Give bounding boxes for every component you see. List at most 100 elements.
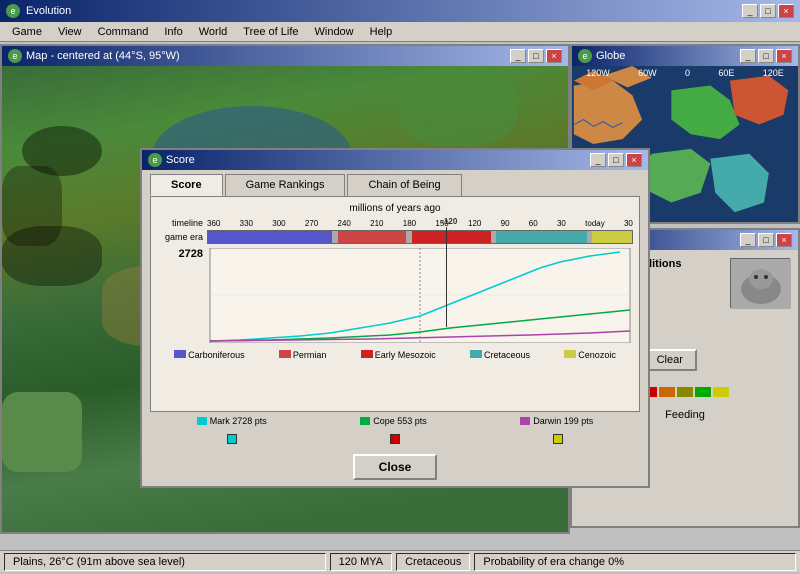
box-yellow-swatch bbox=[553, 434, 563, 444]
globe-close[interactable]: × bbox=[776, 49, 792, 63]
status-location-text: Plains, 26°C (91m above sea level) bbox=[13, 556, 185, 568]
timeline-label: timeline bbox=[157, 218, 207, 228]
score-legend: Mark 2728 pts Cope 553 pts Darwin 199 pt… bbox=[142, 412, 648, 430]
tl-30b: 30 bbox=[624, 219, 633, 228]
globe-label-0: 0 bbox=[685, 68, 690, 78]
map-title: Map - centered at (44°S, 95°W) bbox=[26, 50, 180, 62]
box-cyan bbox=[227, 434, 237, 444]
era-legend-cretaceous: Cretaceous bbox=[484, 350, 530, 360]
score-chart-svg bbox=[207, 248, 633, 343]
main-area: e Map - centered at (44°S, 95°W) _ □ × bbox=[0, 42, 800, 572]
title-bar-left: e Evolution bbox=[6, 4, 71, 18]
legend-mark-color bbox=[197, 417, 207, 425]
app-title: Evolution bbox=[26, 5, 71, 17]
box-red-swatch bbox=[390, 434, 400, 444]
globe-maximize[interactable]: □ bbox=[758, 49, 774, 63]
status-probability-text: Probability of era change 0% bbox=[483, 556, 624, 568]
menu-tree-of-life[interactable]: Tree of Life bbox=[235, 24, 306, 40]
score-window: e Score _ □ × Score Game Rankings Chain … bbox=[140, 148, 650, 488]
era-carboniferous bbox=[208, 231, 332, 243]
score-tabs: Score Game Rankings Chain of Being bbox=[142, 170, 648, 196]
command-minimize[interactable]: _ bbox=[740, 233, 756, 247]
era-cretaceous bbox=[496, 231, 586, 243]
tab-game-rankings[interactable]: Game Rankings bbox=[225, 174, 346, 196]
menu-world[interactable]: World bbox=[191, 24, 236, 40]
chart-subtitle: millions of years ago bbox=[157, 203, 633, 214]
status-mya-text: 120 MYA bbox=[339, 556, 383, 568]
legend-cope-label: Cope 553 pts bbox=[373, 416, 427, 426]
era-legend-early-mesozoic: Early Mesozoic bbox=[375, 350, 436, 360]
status-era: Cretaceous bbox=[396, 553, 470, 571]
clear-button[interactable]: Clear bbox=[643, 349, 697, 371]
score-icon: e bbox=[148, 153, 162, 167]
marker-line bbox=[446, 227, 447, 327]
era-legend-cenozoic: Cenozoic bbox=[578, 350, 616, 360]
globe-title-bar: e Globe _ □ × bbox=[572, 46, 798, 66]
tl-90: 90 bbox=[501, 219, 510, 228]
chart-area: millions of years ago timeline 360 330 3… bbox=[150, 196, 640, 412]
tl-60: 60 bbox=[529, 219, 538, 228]
tab-score[interactable]: Score bbox=[150, 174, 223, 196]
legend-darwin-label: Darwin 199 pts bbox=[533, 416, 593, 426]
legend-cope: Cope 553 pts bbox=[360, 416, 427, 426]
score-close[interactable]: × bbox=[626, 153, 642, 167]
menu-game[interactable]: Game bbox=[4, 24, 50, 40]
legend-darwin-color bbox=[520, 417, 530, 425]
status-mya: 120 MYA bbox=[330, 553, 392, 571]
marker-label: -120 bbox=[441, 217, 457, 226]
status-era-text: Cretaceous bbox=[405, 556, 461, 568]
title-bar: e Evolution _ □ × bbox=[0, 0, 800, 22]
tl-360: 360 bbox=[207, 219, 220, 228]
era-cenozoic bbox=[592, 231, 632, 243]
close-btn-container: Close bbox=[142, 448, 648, 486]
close-button[interactable]: × bbox=[778, 4, 794, 18]
globe-label-120w: 120W bbox=[586, 68, 610, 78]
tl-30: 30 bbox=[557, 219, 566, 228]
tl-330: 330 bbox=[240, 219, 253, 228]
tab-chain-of-being[interactable]: Chain of Being bbox=[347, 174, 461, 196]
globe-label-120e: 120E bbox=[763, 68, 784, 78]
era-permian bbox=[338, 231, 406, 243]
tl-240: 240 bbox=[338, 219, 351, 228]
map-maximize[interactable]: □ bbox=[528, 49, 544, 63]
globe-title: Globe bbox=[596, 50, 625, 62]
globe-labels: 120W 60W 0 60E 120E bbox=[572, 68, 798, 78]
legend-darwin: Darwin 199 pts bbox=[520, 416, 593, 426]
legend-cope-color bbox=[360, 417, 370, 425]
menu-window[interactable]: Window bbox=[307, 24, 362, 40]
tl-120: 120 bbox=[468, 219, 481, 228]
menu-command[interactable]: Command bbox=[90, 24, 157, 40]
tl-270: 270 bbox=[305, 219, 318, 228]
minimize-button[interactable]: _ bbox=[742, 4, 758, 18]
swatch-yellow bbox=[713, 387, 729, 397]
score-minimize[interactable]: _ bbox=[590, 153, 606, 167]
era-legend-carboniferous: Carboniferous bbox=[188, 350, 245, 360]
box-yellow bbox=[553, 434, 563, 444]
menu-bar: Game View Command Info World Tree of Lif… bbox=[0, 22, 800, 42]
tl-210: 210 bbox=[370, 219, 383, 228]
era-legend: Carboniferous Permian Early Mesozoic Cre… bbox=[157, 350, 633, 360]
era-legend-permian: Permian bbox=[293, 350, 327, 360]
score-content: Score Game Rankings Chain of Being milli… bbox=[142, 170, 648, 486]
score-close-button[interactable]: Close bbox=[353, 454, 438, 480]
menu-info[interactable]: Info bbox=[156, 24, 190, 40]
maximize-button[interactable]: □ bbox=[760, 4, 776, 18]
box-red bbox=[390, 434, 400, 444]
command-maximize[interactable]: □ bbox=[758, 233, 774, 247]
tl-180: 180 bbox=[403, 219, 416, 228]
tl-today: today bbox=[585, 219, 605, 228]
status-probability: Probability of era change 0% bbox=[474, 553, 796, 571]
swatch-orange bbox=[659, 387, 675, 397]
menu-help[interactable]: Help bbox=[362, 24, 401, 40]
map-minimize[interactable]: _ bbox=[510, 49, 526, 63]
globe-minimize[interactable]: _ bbox=[740, 49, 756, 63]
map-close[interactable]: × bbox=[546, 49, 562, 63]
legend-mark: Mark 2728 pts bbox=[197, 416, 267, 426]
era-early-mesozoic bbox=[412, 231, 491, 243]
menu-view[interactable]: View bbox=[50, 24, 90, 40]
status-location: Plains, 26°C (91m above sea level) bbox=[4, 553, 326, 571]
score-maximize[interactable]: □ bbox=[608, 153, 624, 167]
map-title-bar: e Map - centered at (44°S, 95°W) _ □ × bbox=[2, 46, 568, 66]
command-close[interactable]: × bbox=[776, 233, 792, 247]
creature-image bbox=[731, 259, 791, 309]
